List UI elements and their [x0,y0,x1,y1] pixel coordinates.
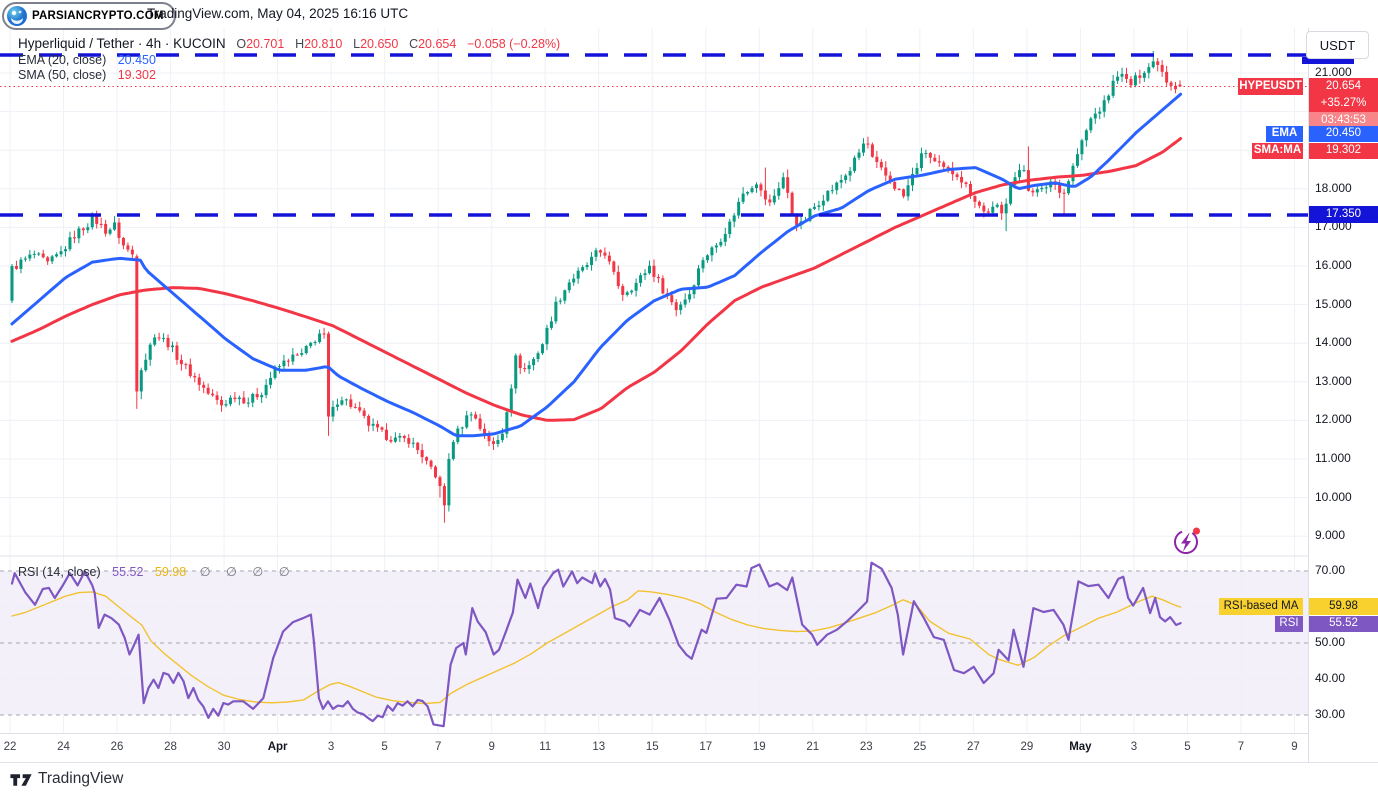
price-axis-label: 13.000 [1315,374,1352,388]
ema20-line [12,94,1181,436]
rsi-ma-axis-tag: RSI-based MA [1219,598,1303,615]
low-value: 20.650 [360,37,398,51]
flash-boost-icon[interactable] [1171,527,1202,558]
price-chart-canvas[interactable] [0,28,1308,733]
high-value: 20.810 [304,37,342,51]
time-axis-tick: 9 [475,741,509,753]
rsi-axis-label: 40.00 [1315,671,1345,685]
rsi-ma-legend-value: 59.98 [155,565,186,579]
rsi-axis-label: 50.00 [1315,635,1345,649]
time-axis-tick: 30 [207,741,241,753]
rsi-axis-tag: RSI [1275,616,1303,632]
time-axis-tick: 15 [635,741,669,753]
time-axis-tick: Apr [261,741,295,753]
symbol-legend[interactable]: Hyperliquid / Tether · 4h · KUCOIN O20.7… [18,36,560,51]
brand-logo-icon [6,5,28,27]
price-axis-label: 11.000 [1315,451,1351,465]
brand-badge-text: PARSIANCRYPTO.COM [32,10,164,22]
change-value: −0.058 (−0.28%) [467,37,560,51]
time-axis-tick: 24 [47,741,81,753]
price-axis-label: 10.000 [1315,490,1352,504]
time-axis-tick: 5 [1170,741,1204,753]
ema-legend-label[interactable]: EMA (20, close) [18,53,106,67]
sma-legend-label[interactable]: SMA (50, close) [18,68,106,82]
rsi-legend-empty-values: ∅ ∅ ∅ ∅ [200,565,296,579]
ema-legend-value: 20.450 [118,53,156,67]
price-axis-label: 9.000 [1315,528,1345,542]
price-axis-label: 12.000 [1315,412,1352,426]
sma-legend[interactable]: SMA (50, close) 19.302 [18,68,156,82]
symbol-price-tag: HYPEUSDT [1238,78,1303,95]
key-level-axis-value: 17.350 [1309,206,1378,223]
time-axis-tick: 27 [956,741,990,753]
time-axis-tick: 26 [100,741,134,753]
sma-axis-value: 19.302 [1309,143,1378,159]
time-axis-tick: May [1063,741,1097,753]
symbol-change-percent: +35.27% [1309,95,1378,112]
rsi-legend-value: 55.52 [112,565,143,579]
price-axis-label: 14.000 [1315,335,1352,349]
ema-legend[interactable]: EMA (20, close) 20.450 [18,53,156,67]
rsi-axis-label: 70.00 [1315,563,1345,577]
time-axis-tick: 3 [314,741,348,753]
price-axis-label: 21.000 [1315,65,1352,79]
header-bar: PARSIANCRYPTO.COM TradingView.com, May 0… [0,0,1378,28]
ema-axis-tag: EMA [1266,126,1303,142]
time-axis-tick: 13 [582,741,616,753]
time-axis-tick: 19 [742,741,776,753]
tradingview-brand-text[interactable]: TradingView [38,770,123,788]
price-axis-label: 15.000 [1315,297,1352,311]
time-axis-tick: 29 [1010,741,1044,753]
time-axis[interactable]: 22 24 26 28 30 Apr 3 5 7 9 11 13 15 17 19 21 23 25 27 29 May… [0,733,1308,763]
time-axis-tick: 22 [0,741,27,753]
screenshot-title: TradingView.com, May 04, 2025 16:16 UTC [147,6,408,21]
time-axis-tick: 7 [1224,741,1258,753]
footer-bar: TradingView [0,762,1378,797]
rsi-axis-value: 55.52 [1309,616,1378,632]
time-axis-tick: 5 [368,741,402,753]
currency-toggle-button[interactable]: USDT [1306,31,1369,59]
sma-axis-tag: SMA:MA [1252,143,1303,159]
close-label: C [409,37,418,51]
rsi-legend[interactable]: RSI (14, close) 55.52 59.98 ∅ ∅ ∅ ∅ [18,564,296,579]
symbol-title[interactable]: Hyperliquid / Tether · 4h · KUCOIN [18,36,226,51]
symbol-price-value: 20.654 [1309,78,1378,95]
high-label: H [295,37,304,51]
close-value: 20.654 [418,37,456,51]
time-axis-tick: 11 [528,741,562,753]
rsi-legend-label[interactable]: RSI (14, close) [18,565,101,579]
time-axis-tick: 9 [1277,741,1311,753]
rsi-axis-label: 30.00 [1315,707,1345,721]
open-label: O [236,37,246,51]
ema-axis-value: 20.450 [1309,126,1378,142]
tradingview-chart-page: { "header": { "badge_text": "PARSIANCRYP… [0,0,1378,796]
time-axis-tick: 25 [903,741,937,753]
sma-legend-value: 19.302 [118,68,156,82]
time-axis-tick: 28 [154,741,188,753]
price-axis-label: 16.000 [1315,258,1352,272]
time-axis-tick: 23 [849,741,883,753]
rsi-ma-axis-value: 59.98 [1309,598,1378,615]
open-value: 20.701 [246,37,284,51]
time-axis-tick: 21 [796,741,830,753]
time-axis-tick: 3 [1117,741,1151,753]
tradingview-logo-icon[interactable] [10,771,34,789]
price-axis-label: 18.000 [1315,181,1352,195]
time-axis-tick: 17 [689,741,723,753]
time-axis-tick: 7 [421,741,455,753]
